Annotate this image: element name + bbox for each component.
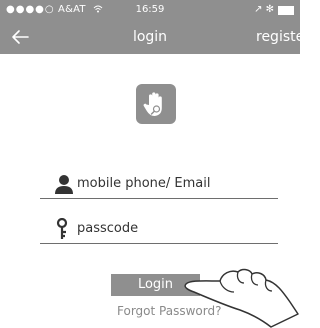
user-icon — [55, 175, 73, 194]
page-title: login — [132, 29, 168, 45]
battery-icon — [278, 6, 294, 15]
status-bar: ●●●●○ A&AT 16:59 ↗ ✻ — [0, 0, 300, 20]
forgot-password-link[interactable]: Forgot Password? — [117, 304, 221, 318]
account-field[interactable]: mobile phone/ Email — [40, 168, 278, 199]
passcode-placeholder: passcode — [77, 221, 139, 236]
login-screen: ●●●●○ A&AT 16:59 ↗ ✻ login registe mobil… — [0, 0, 304, 328]
hand-stop-icon — [143, 92, 162, 116]
location-bluetooth-icons: ↗ ✻ — [254, 4, 274, 15]
passcode-field[interactable]: passcode — [40, 213, 278, 244]
app-logo — [136, 84, 176, 124]
key-icon — [56, 218, 68, 239]
account-placeholder: mobile phone/ Email — [77, 176, 211, 191]
nav-bar: login registe — [0, 20, 304, 54]
register-link[interactable]: registe — [256, 20, 304, 54]
login-button[interactable]: Login — [111, 274, 200, 296]
